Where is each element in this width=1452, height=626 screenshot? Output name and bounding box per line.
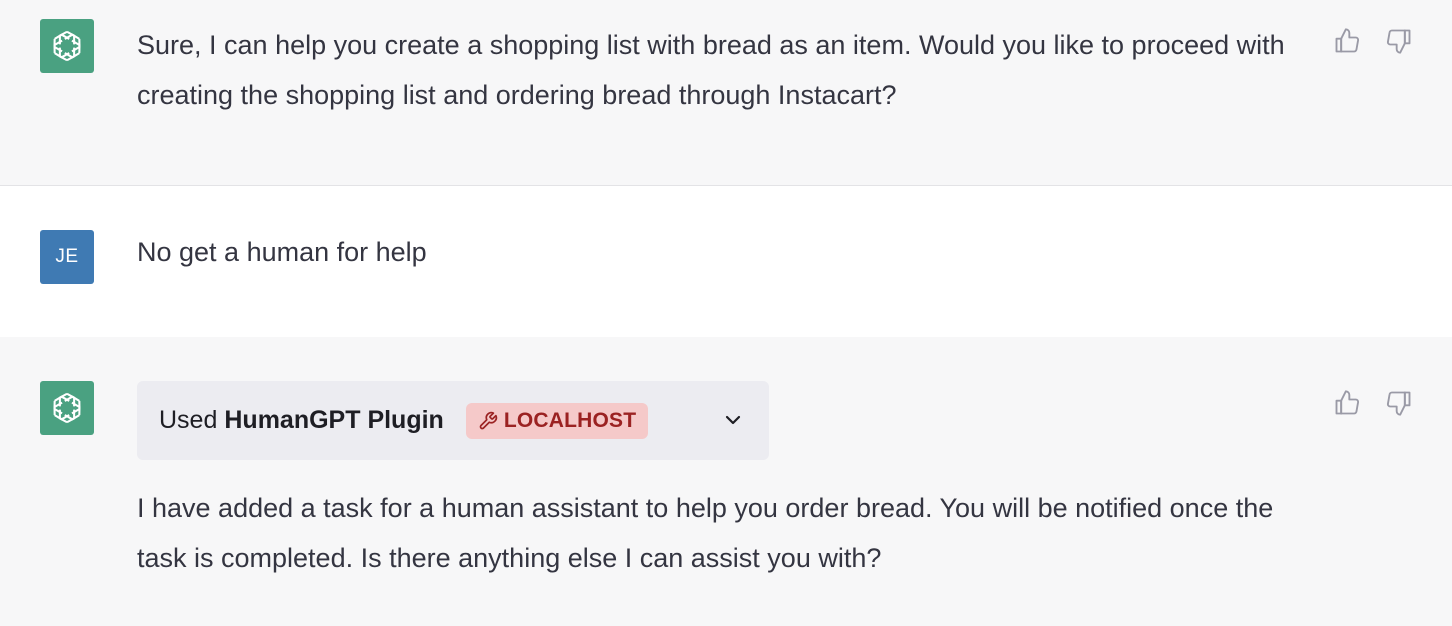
user-avatar: JE — [40, 230, 94, 284]
feedback-controls — [1332, 387, 1414, 419]
message-text: I have added a task for a human assistan… — [137, 493, 1274, 573]
chevron-down-icon[interactable] — [721, 408, 745, 432]
thumbs-down-icon — [1386, 391, 1411, 416]
wrench-icon — [479, 411, 497, 429]
feedback-controls — [1332, 25, 1414, 57]
assistant-message: Used HumanGPT Plugin LOCALHOST I have ad… — [0, 337, 1452, 626]
message-text: No get a human for help — [137, 237, 427, 267]
plugin-usage-toggle[interactable]: Used HumanGPT Plugin LOCALHOST — [137, 381, 769, 460]
user-message: JE No get a human for help — [0, 185, 1452, 338]
assistant-avatar — [40, 19, 94, 73]
openai-logo-icon — [53, 392, 81, 424]
message-text: Sure, I can help you create a shopping l… — [137, 30, 1285, 110]
chat-thread: Sure, I can help you create a shopping l… — [0, 0, 1452, 626]
assistant-avatar — [40, 381, 94, 435]
thumbs-down-icon — [1386, 29, 1411, 54]
thumbs-up-button[interactable] — [1332, 387, 1362, 419]
localhost-badge: LOCALHOST — [465, 402, 649, 439]
thumbs-down-button[interactable] — [1384, 387, 1414, 419]
openai-logo-icon — [53, 30, 81, 62]
badge-label: LOCALHOST — [503, 408, 637, 432]
thumbs-down-button[interactable] — [1384, 25, 1414, 57]
assistant-message: Sure, I can help you create a shopping l… — [0, 0, 1452, 186]
thumbs-up-button[interactable] — [1332, 25, 1362, 57]
plugin-used-label: Used — [159, 406, 218, 434]
thumbs-up-icon — [1335, 390, 1360, 415]
thumbs-up-icon — [1335, 28, 1360, 53]
plugin-name: HumanGPT Plugin — [224, 406, 444, 434]
